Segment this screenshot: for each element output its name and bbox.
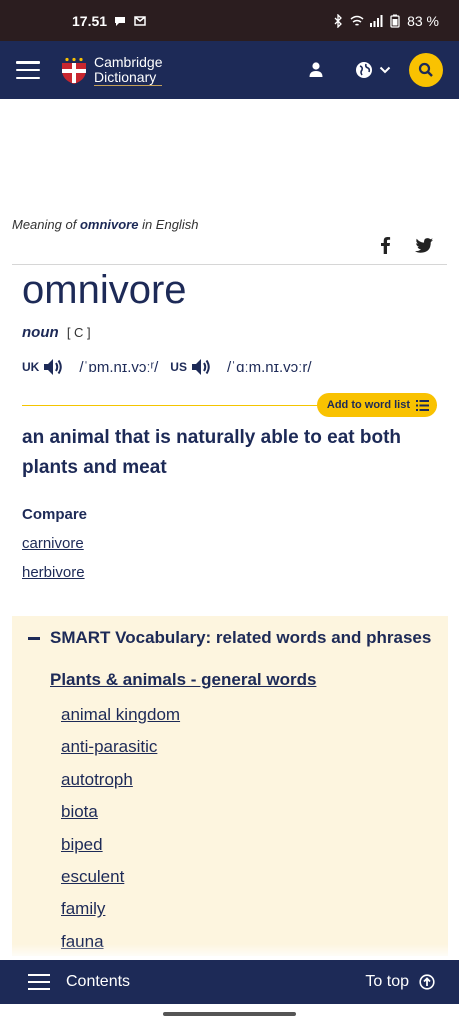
app-header: Cambridge Dictionary bbox=[0, 41, 459, 99]
battery-percent: 83 % bbox=[407, 12, 439, 29]
smart-word-link[interactable]: family bbox=[61, 898, 180, 930]
language-selector[interactable] bbox=[355, 61, 391, 79]
list-icon bbox=[416, 399, 429, 411]
bottom-fade bbox=[0, 944, 459, 960]
uk-label: UK bbox=[22, 360, 40, 374]
meaning-line: Meaning of omnivore in English bbox=[12, 217, 199, 232]
uk-audio-icon[interactable] bbox=[43, 357, 65, 377]
ad-space bbox=[0, 99, 459, 209]
smart-category-link[interactable]: Plants & animals - general words bbox=[50, 670, 316, 690]
facebook-icon[interactable] bbox=[379, 236, 391, 254]
smart-word-link[interactable]: esculent bbox=[61, 866, 180, 898]
menu-icon[interactable] bbox=[16, 61, 40, 79]
minus-icon bbox=[28, 636, 40, 640]
cambridge-crest-icon bbox=[62, 56, 86, 84]
search-icon bbox=[418, 62, 433, 77]
logo-line1: Cambridge bbox=[94, 53, 163, 70]
status-bar: 17.51 83 % bbox=[0, 0, 459, 41]
chevron-down-icon bbox=[379, 66, 391, 74]
to-top-label: To top bbox=[365, 973, 409, 990]
compare-link-herbivore[interactable]: herbivore bbox=[22, 564, 85, 581]
smart-word-link[interactable]: biped bbox=[61, 834, 180, 866]
to-top-button[interactable]: To top bbox=[365, 973, 435, 991]
mail-icon bbox=[134, 15, 146, 26]
bottom-bar: Contents To top bbox=[0, 960, 459, 1004]
battery-icon bbox=[390, 14, 400, 28]
headword: omnivore bbox=[22, 268, 187, 312]
share-buttons bbox=[379, 236, 433, 254]
us-label: US bbox=[170, 360, 187, 374]
contents-menu-icon[interactable] bbox=[28, 974, 50, 990]
compare-link-carnivore[interactable]: carnivore bbox=[22, 535, 84, 552]
smart-vocabulary-heading: SMART Vocabulary: related words and phra… bbox=[50, 628, 432, 647]
chat-icon bbox=[115, 16, 126, 26]
search-button[interactable] bbox=[409, 53, 443, 87]
meaning-word: omnivore bbox=[79, 217, 139, 232]
uk-ipa: /ˈɒm.nɪ.vɔːʳ/ bbox=[79, 358, 159, 376]
wordlist-row: Add to word list bbox=[22, 393, 437, 417]
arrow-up-circle-icon bbox=[419, 974, 435, 990]
smart-vocabulary-toggle[interactable]: SMART Vocabulary: related words and phra… bbox=[28, 628, 431, 648]
smart-word-link[interactable]: animal kingdom bbox=[61, 704, 180, 736]
part-of-speech: noun bbox=[22, 324, 59, 341]
grammar-code: [ C ] bbox=[66, 325, 91, 340]
smart-word-link[interactable]: biota bbox=[61, 801, 180, 833]
us-audio-icon[interactable] bbox=[191, 357, 213, 377]
add-to-word-list-button[interactable]: Add to word list bbox=[316, 393, 437, 417]
twitter-icon[interactable] bbox=[415, 237, 433, 253]
bluetooth-icon bbox=[334, 13, 342, 28]
pronunciation-line: UK /ˈɒm.nɪ.vɔːʳ/ US /ˈɑːm.nɪ.vɔːr/ bbox=[22, 357, 323, 377]
signal-icon bbox=[370, 14, 383, 27]
home-gesture-bar[interactable] bbox=[163, 1012, 296, 1016]
cambridge-logo[interactable]: Cambridge Dictionary bbox=[60, 53, 163, 86]
part-of-speech-line: noun [ C ] bbox=[22, 324, 91, 341]
logo-line2: Dictionary bbox=[94, 69, 163, 86]
definition: an animal that is naturally able to eat … bbox=[22, 427, 402, 478]
smart-word-list: animal kingdom anti-parasitic autotroph … bbox=[61, 704, 180, 956]
us-ipa: /ˈɑːm.nɪ.vɔːr/ bbox=[226, 358, 312, 376]
system-nav-bar bbox=[0, 1004, 459, 1024]
status-time: 17.51 bbox=[72, 12, 108, 29]
wifi-icon bbox=[350, 15, 364, 26]
globe-icon bbox=[356, 62, 372, 78]
user-icon[interactable] bbox=[307, 61, 325, 79]
smart-word-link[interactable]: autotroph bbox=[61, 769, 180, 801]
add-to-word-list-label: Add to word list bbox=[326, 399, 410, 411]
contents-button[interactable]: Contents bbox=[66, 973, 130, 991]
smart-vocabulary-panel: SMART Vocabulary: related words and phra… bbox=[12, 616, 448, 956]
divider bbox=[12, 264, 447, 265]
compare-heading: Compare bbox=[22, 506, 88, 523]
smart-word-link[interactable]: anti-parasitic bbox=[61, 736, 180, 768]
